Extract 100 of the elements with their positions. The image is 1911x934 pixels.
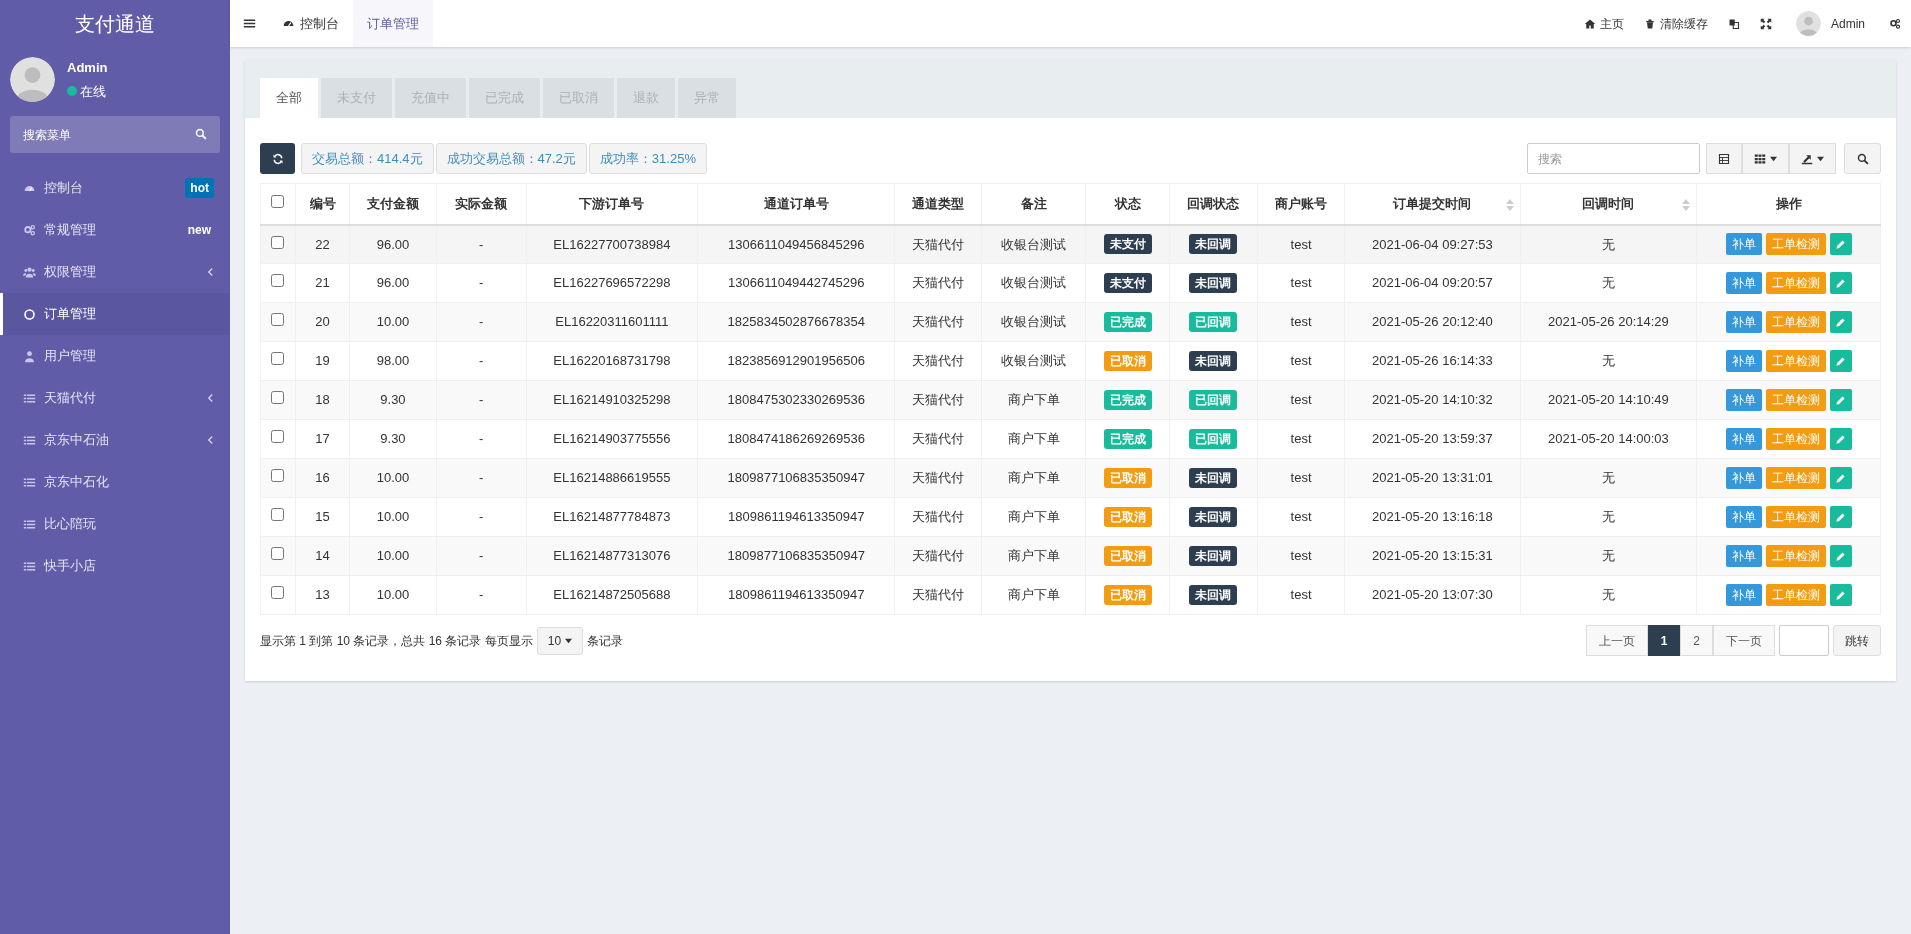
table-cell: 10.00: [376, 314, 410, 330]
edit-button[interactable]: [1829, 584, 1852, 606]
column-header: 编号: [309, 196, 336, 211]
table-cell: 无: [1601, 236, 1615, 252]
stat-button[interactable]: 成功率：31.25%: [588, 143, 707, 174]
pencil-icon: [1835, 433, 1847, 445]
status-badge: 未支付: [1103, 273, 1152, 293]
user-menu[interactable]: Admin: [1782, 0, 1879, 47]
row-checkbox[interactable]: [271, 430, 285, 444]
row-checkbox[interactable]: [271, 469, 285, 483]
row-checkbox[interactable]: [271, 586, 285, 600]
edit-button[interactable]: [1829, 350, 1852, 372]
select-all-checkbox[interactable]: [271, 195, 285, 208]
pencil-icon: [1835, 472, 1847, 484]
column-header[interactable]: 回调时间: [1582, 196, 1635, 211]
menu-badge: hot: [185, 178, 214, 198]
check-button[interactable]: 工单检测: [1765, 428, 1826, 450]
check-button[interactable]: 工单检测: [1765, 350, 1826, 372]
supplement-button[interactable]: 补单: [1725, 545, 1762, 567]
table-cell: 1809877106835350947: [727, 470, 865, 486]
supplement-button[interactable]: 补单: [1725, 506, 1762, 528]
sidebar-item[interactable]: 常规管理 new: [0, 209, 230, 251]
supplement-button[interactable]: 补单: [1725, 428, 1762, 450]
check-button[interactable]: 工单检测: [1765, 506, 1826, 528]
table-view-button[interactable]: [1706, 143, 1742, 174]
check-button[interactable]: 工单检测: [1765, 584, 1826, 606]
edit-button[interactable]: [1829, 545, 1852, 567]
table-cell: test: [1290, 509, 1312, 525]
check-button[interactable]: 工单检测: [1765, 272, 1826, 294]
columns-button[interactable]: [1742, 143, 1789, 174]
sidebar-item[interactable]: 天猫代付: [0, 377, 230, 419]
edit-button[interactable]: [1829, 272, 1852, 294]
sidebar-item[interactable]: 用户管理: [0, 335, 230, 377]
table-cell: 96.00: [376, 236, 410, 252]
page-tab[interactable]: 订单管理: [353, 0, 433, 47]
menu-search-field[interactable]: 搜索菜单: [10, 116, 220, 153]
edit-button[interactable]: [1829, 389, 1852, 411]
page-button[interactable]: 1: [1647, 625, 1681, 656]
sidebar-item[interactable]: 控制台 hot: [0, 167, 230, 209]
check-button[interactable]: 工单检测: [1765, 311, 1826, 333]
table-cell: 天猫代付: [912, 353, 965, 369]
table-cell: 商户下单: [1007, 470, 1060, 486]
row-checkbox[interactable]: [271, 313, 285, 327]
row-checkbox[interactable]: [271, 235, 285, 249]
clear-cache-button[interactable]: 清除缓存: [1634, 0, 1718, 47]
check-button[interactable]: 工单检测: [1765, 467, 1826, 489]
sidebar-item[interactable]: 京东中石化: [0, 461, 230, 503]
table-cell: 商户下单: [1007, 392, 1060, 408]
sidebar-item[interactable]: 京东中石油: [0, 419, 230, 461]
table-cell: 10.00: [376, 470, 410, 486]
table-cell: 天猫代付: [912, 236, 965, 252]
page-button[interactable]: 下一页: [1713, 625, 1775, 656]
list-icon: [23, 559, 36, 573]
supplement-button[interactable]: 补单: [1725, 389, 1762, 411]
status-badge: 已取消: [1103, 468, 1152, 488]
home-link[interactable]: 主页: [1574, 0, 1634, 47]
search-field[interactable]: 搜索: [1527, 143, 1700, 174]
check-button[interactable]: 工单检测: [1765, 389, 1826, 411]
edit-button[interactable]: [1829, 506, 1852, 528]
jump-button[interactable]: 跳转: [1833, 625, 1881, 656]
edit-button[interactable]: [1829, 428, 1852, 450]
sidebar-item[interactable]: 订单管理: [0, 293, 230, 335]
sidebar-item[interactable]: 快手小店: [0, 545, 230, 587]
supplement-button[interactable]: 补单: [1725, 233, 1762, 256]
status-badge: 未支付: [1103, 234, 1152, 255]
table-cell: 天猫代付: [912, 587, 965, 603]
page-button[interactable]: 2: [1680, 625, 1713, 656]
sidebar-item[interactable]: 权限管理: [0, 251, 230, 293]
check-button[interactable]: 工单检测: [1765, 545, 1826, 567]
sidebar-item[interactable]: 比心陪玩: [0, 503, 230, 545]
check-button[interactable]: 工单检测: [1765, 233, 1826, 256]
row-checkbox[interactable]: [271, 274, 285, 288]
search-button[interactable]: [1844, 143, 1881, 174]
supplement-button[interactable]: 补单: [1725, 272, 1762, 294]
row-checkbox[interactable]: [271, 547, 285, 561]
row-checkbox[interactable]: [271, 508, 285, 522]
page-button[interactable]: 上一页: [1585, 625, 1648, 656]
page-tab[interactable]: 控制台: [268, 0, 353, 47]
stat-button[interactable]: 交易总额：414.4元: [301, 143, 434, 174]
fullscreen-icon: [1760, 17, 1772, 30]
row-checkbox[interactable]: [271, 391, 285, 405]
table-cell: 天猫代付: [912, 431, 965, 447]
column-header[interactable]: 订单提交时间: [1393, 196, 1472, 211]
edit-button[interactable]: [1829, 311, 1852, 333]
edit-button[interactable]: [1829, 233, 1852, 256]
filter-tab[interactable]: 全部: [260, 78, 318, 118]
table-cell: 10.00: [376, 587, 410, 603]
edit-button[interactable]: [1829, 467, 1852, 489]
stat-button[interactable]: 成功交易总额：47.2元: [435, 143, 587, 174]
supplement-button[interactable]: 补单: [1725, 350, 1762, 372]
callback-badge: 未回调: [1189, 585, 1238, 605]
refresh-button[interactable]: [260, 143, 295, 174]
row-checkbox[interactable]: [271, 352, 285, 366]
supplement-button[interactable]: 补单: [1725, 467, 1762, 489]
table-cell: 2021-05-26 20:12:40: [1372, 314, 1493, 330]
export-button[interactable]: [1789, 143, 1836, 174]
page-input[interactable]: [1779, 625, 1829, 656]
supplement-button[interactable]: 补单: [1725, 311, 1762, 333]
page-size-dropdown[interactable]: 10: [536, 626, 584, 655]
supplement-button[interactable]: 补单: [1725, 584, 1762, 606]
